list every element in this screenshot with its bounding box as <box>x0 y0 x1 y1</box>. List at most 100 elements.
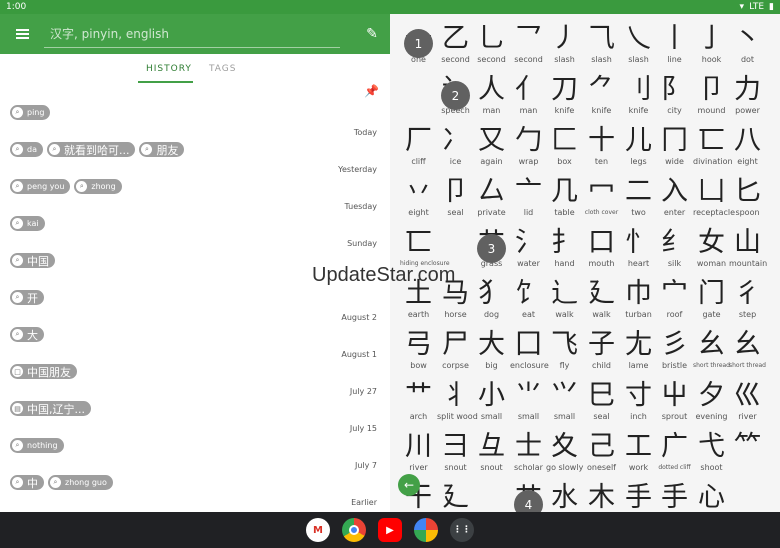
radical-cell[interactable]: 己 oneself <box>583 430 620 480</box>
history-chip[interactable]: ▤ 中国,辽宁... <box>10 401 91 416</box>
radical-cell[interactable]: 屮 sprout <box>656 379 693 429</box>
radical-cell[interactable]: 勹 wrap <box>510 124 547 174</box>
radical-cell[interactable]: 犭 dog <box>473 277 510 327</box>
radical-cell[interactable]: ⺮ <box>729 430 766 480</box>
radical-cell[interactable]: 乛 second <box>510 22 547 72</box>
radical-cell[interactable]: 彐 snout <box>437 430 474 480</box>
radical-cell[interactable]: 士 scholar <box>510 430 547 480</box>
radical-cell[interactable]: 丬 split wood <box>437 379 478 429</box>
radical-cell[interactable]: 夕 evening <box>693 379 730 429</box>
gmail-icon[interactable]: M <box>306 518 330 542</box>
radical-cell[interactable]: 宀 roof <box>656 277 693 327</box>
radical-cell[interactable]: 匸 divination <box>693 124 733 174</box>
radical-cell[interactable]: ⺈ knife <box>583 73 620 123</box>
radical-cell[interactable]: 巛 river <box>729 379 766 429</box>
radical-cell[interactable]: 冂 wide <box>656 124 693 174</box>
radical-cell[interactable]: 幺 short thread <box>729 328 766 378</box>
history-chip[interactable]: ⌕ zhong <box>74 179 122 194</box>
radical-cell[interactable]: 冫 ice <box>437 124 474 174</box>
radical-cell[interactable]: ⺌ small <box>510 379 547 429</box>
back-fab[interactable]: ← <box>398 474 420 496</box>
radical-cell[interactable]: 卩 mound <box>693 73 730 123</box>
radical-cell[interactable]: 尸 corpse <box>437 328 474 378</box>
radical-cell[interactable]: 刂 knife <box>620 73 657 123</box>
radical-cell[interactable]: 巾 turban <box>620 277 657 327</box>
radical-cell[interactable]: 艹 arch <box>400 379 437 429</box>
radical-cell[interactable]: 乀 slash <box>620 22 657 72</box>
radical-cell[interactable]: 阝 city <box>656 73 693 123</box>
radical-cell[interactable]: 卩 seal <box>437 175 474 225</box>
radical-cell[interactable]: 广 dotted cliff <box>656 430 693 480</box>
tab-history[interactable]: HISTORY <box>146 64 192 74</box>
radical-cell[interactable]: 厂 cliff <box>400 124 437 174</box>
radical-cell[interactable]: 巳 seal <box>583 379 620 429</box>
history-chip[interactable]: ⌕ zhong guo <box>48 475 113 490</box>
app-drawer-icon[interactable]: ⋮⋮ <box>450 518 474 542</box>
chrome-icon[interactable] <box>342 518 366 542</box>
radical-cell[interactable]: 忄 heart <box>620 226 657 276</box>
radical-cell[interactable]: 囗 enclosure <box>510 328 549 378</box>
history-chip[interactable]: ⌕ da <box>10 142 43 157</box>
radical-cell[interactable]: 川 river <box>400 430 437 480</box>
radical-cell[interactable]: 纟 silk <box>656 226 693 276</box>
radical-cell[interactable]: 丿 slash <box>546 22 583 72</box>
radical-cell[interactable]: 人 man <box>473 73 510 123</box>
radical-cell[interactable]: ⺍ small <box>546 379 583 429</box>
menu-button[interactable] <box>0 14 44 54</box>
radical-cell[interactable]: 又 again <box>473 124 510 174</box>
history-chip[interactable]: ⌕ 中国 <box>10 253 55 268</box>
radical-cell[interactable]: 夊 go slowly <box>546 430 583 480</box>
radical-cell[interactable]: 匕 spoon <box>729 175 766 225</box>
radical-cell[interactable]: 几 table <box>546 175 583 225</box>
radical-cell[interactable]: 乚 second <box>473 22 510 72</box>
radical-cell[interactable]: 入 enter <box>656 175 693 225</box>
youtube-icon[interactable]: ▶ <box>378 518 402 542</box>
history-chip[interactable]: ⌕ peng you <box>10 179 71 194</box>
radical-cell[interactable]: 匚 box <box>546 124 583 174</box>
radical-cell[interactable]: 十 ten <box>583 124 620 174</box>
radical-cell[interactable]: 亅 hook <box>693 22 730 72</box>
radical-cell[interactable]: 力 power <box>729 73 766 123</box>
radical-cell[interactable]: 氵 water <box>510 226 547 276</box>
radical-cell[interactable]: 丷 eight <box>400 175 437 225</box>
radical-cell[interactable]: 门 gate <box>693 277 730 327</box>
radical-cell[interactable]: 工 work <box>620 430 657 480</box>
radical-cell[interactable]: 弋 shoot <box>693 430 730 480</box>
radical-cell[interactable]: 廴 walk <box>583 277 620 327</box>
radical-cell[interactable]: 山 mountain <box>729 226 767 276</box>
radical-cell[interactable]: 扌 hand <box>546 226 583 276</box>
radical-cell[interactable]: 小 small <box>473 379 510 429</box>
radical-cell[interactable]: 寸 inch <box>620 379 657 429</box>
history-chip[interactable]: ⌕ nothing <box>10 438 64 453</box>
radical-cell[interactable]: 丨 line <box>656 22 693 72</box>
history-chip[interactable]: ⌕ 大 <box>10 327 44 342</box>
history-chip[interactable]: ⌕ 朋友 <box>139 142 185 157</box>
radical-cell[interactable]: 子 child <box>583 328 620 378</box>
radical-cell[interactable]: 幺 short thread <box>693 328 730 378</box>
radical-cell[interactable]: 尢 lame <box>620 328 657 378</box>
radical-cell[interactable]: 辶 walk <box>546 277 583 327</box>
tab-tags[interactable]: TAGS <box>209 64 236 74</box>
radical-cell[interactable]: 彡 bristle <box>656 328 693 378</box>
pin-icon[interactable]: 📌 <box>364 84 379 98</box>
radical-cell[interactable]: 儿 legs <box>620 124 657 174</box>
history-chip[interactable]: ⌕ ping <box>10 105 51 120</box>
handwriting-button[interactable]: ✎ <box>354 26 390 42</box>
radical-cell[interactable]: 大 big <box>473 328 510 378</box>
search-input[interactable]: 汉字, pinyin, english <box>44 20 340 48</box>
radical-cell[interactable]: 饣 eat <box>510 277 547 327</box>
radical-cell[interactable]: 冖 cloth cover <box>583 175 620 225</box>
radical-cell[interactable]: 飞 fly <box>546 328 583 378</box>
radical-cell[interactable]: 彳 step <box>729 277 766 327</box>
history-chip[interactable]: ⌕ 就看到哈可... <box>46 142 136 157</box>
radical-cell[interactable]: 刀 knife <box>546 73 583 123</box>
history-chip[interactable]: □ 中国朋友 <box>10 364 77 379</box>
radical-cell[interactable]: 口 mouth <box>583 226 620 276</box>
history-chip[interactable]: ⌕ 开 <box>10 290 44 305</box>
radical-cell[interactable]: 彑 snout <box>473 430 510 480</box>
radical-cell[interactable]: ⺄ slash <box>583 22 620 72</box>
history-chip[interactable]: ⌕ 中 <box>10 475 44 490</box>
photos-icon[interactable] <box>414 518 438 542</box>
radical-cell[interactable]: 凵 receptacle <box>693 175 735 225</box>
radical-cell[interactable]: 乙 second <box>437 22 474 72</box>
